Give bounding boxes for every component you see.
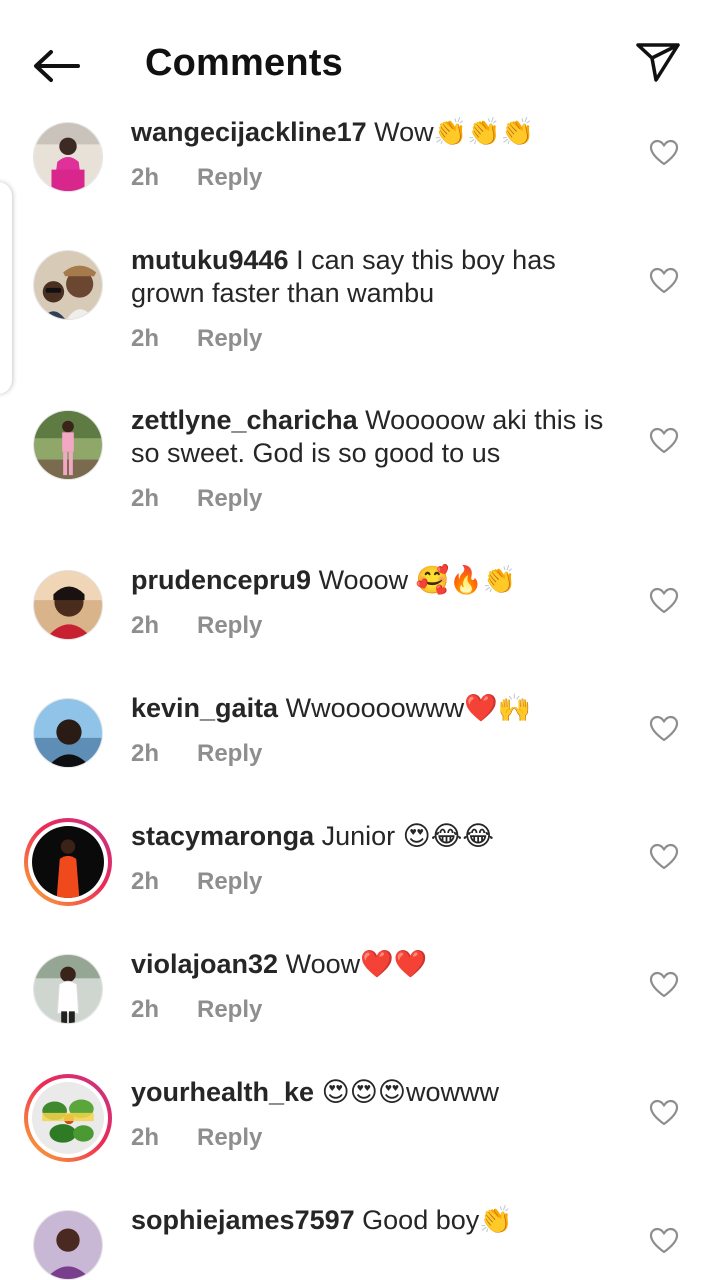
comment-username[interactable]: sophiejames7597: [131, 1205, 355, 1235]
comment-time: 2h: [131, 325, 160, 352]
heart-outline-icon[interactable]: [649, 266, 679, 296]
comment-text: 😍😍😍wowww: [321, 1077, 500, 1107]
avatar[interactable]: [33, 250, 103, 320]
comments-header: Comments: [0, 0, 720, 112]
comment-username[interactable]: prudencepru9: [131, 565, 311, 595]
comment-text: Good boy👏: [362, 1205, 513, 1235]
comment-time: 2h: [131, 996, 160, 1023]
reply-button[interactable]: Reply: [197, 164, 262, 191]
heart-outline-icon[interactable]: [649, 1226, 679, 1256]
paper-plane-icon: [636, 43, 680, 82]
avatar[interactable]: [33, 954, 103, 1024]
avatar-story-ring[interactable]: [24, 1074, 112, 1162]
avatar[interactable]: [33, 122, 103, 192]
heart-outline-icon[interactable]: [649, 426, 679, 456]
comment-time: 2h: [131, 740, 160, 767]
reply-button[interactable]: Reply: [197, 1124, 262, 1151]
comment-time: 2h: [131, 612, 160, 639]
comment-time: 2h: [131, 868, 160, 895]
comment-username[interactable]: kevin_gaita: [131, 693, 278, 723]
side-drawer-handle[interactable]: [0, 182, 12, 394]
heart-outline-icon[interactable]: [649, 1098, 679, 1128]
comment-username[interactable]: stacymaronga: [131, 821, 314, 851]
comment-time: 2h: [131, 485, 160, 512]
page-title: Comments: [145, 42, 343, 84]
reply-button[interactable]: Reply: [197, 325, 262, 352]
heart-outline-icon[interactable]: [649, 970, 679, 1000]
avatar[interactable]: [33, 1210, 103, 1280]
heart-outline-icon[interactable]: [649, 842, 679, 872]
avatar-story-ring[interactable]: [24, 818, 112, 906]
back-button[interactable]: [26, 40, 86, 92]
heart-outline-icon[interactable]: [649, 138, 679, 168]
comment-username[interactable]: wangecijackline17: [131, 117, 367, 147]
comment-time: 2h: [131, 164, 160, 191]
arrow-left-icon: [34, 50, 80, 82]
avatar[interactable]: [33, 410, 103, 480]
comment-username[interactable]: yourhealth_ke: [131, 1077, 314, 1107]
reply-button[interactable]: Reply: [197, 996, 262, 1023]
reply-button[interactable]: Reply: [197, 612, 262, 639]
comment-text: Junior 😍😂😂: [321, 821, 494, 851]
heart-outline-icon[interactable]: [649, 586, 679, 616]
avatar[interactable]: [33, 570, 103, 640]
reply-button[interactable]: Reply: [197, 740, 262, 767]
comment-username[interactable]: mutuku9446: [131, 245, 289, 275]
comment-text: Woow❤️❤️: [285, 949, 428, 979]
comment-text: Wooow 🥰🔥👏: [318, 565, 517, 595]
comment-text: Wwooooowww❤️🙌: [285, 693, 532, 723]
comment-text: Wow👏👏👏: [374, 117, 535, 147]
avatar[interactable]: [33, 698, 103, 768]
heart-outline-icon[interactable]: [649, 714, 679, 744]
comment-username[interactable]: violajoan32: [131, 949, 278, 979]
reply-button[interactable]: Reply: [197, 485, 262, 512]
share-button[interactable]: [628, 36, 688, 88]
comment-time: 2h: [131, 1124, 160, 1151]
reply-button[interactable]: Reply: [197, 868, 262, 895]
comment-username[interactable]: zettlyne_charicha: [131, 405, 358, 435]
